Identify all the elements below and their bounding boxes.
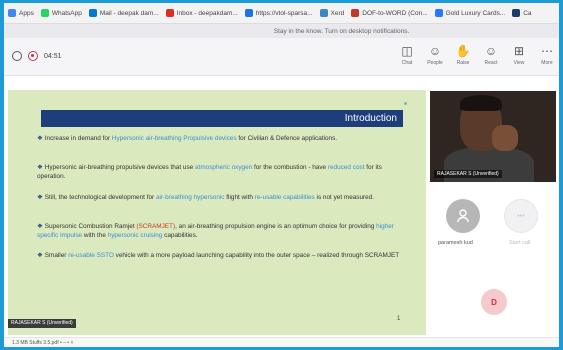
presenter-name-tag: RAJASEKAR S (Unverified) [8,319,76,328]
participant-video[interactable]: RAJASEKAR S (Unverified) [430,91,556,182]
slide-bullet-5: ❖ Smaller re-usable SSTO vehicle with a m… [37,251,409,260]
shield-icon [12,51,22,61]
bullet-text: Smaller [44,252,69,259]
bullet-text: air-breathing hypersonic [155,194,225,201]
react-icon: ☺ [484,44,498,58]
empty-participant-slot: ••• [504,199,538,233]
bookmark-label: Xerd [330,9,345,17]
view-button[interactable]: ⊞ View [506,44,532,72]
bookmark-label: WhatsApp [51,9,82,17]
chat-button[interactable]: ◫ Chat [394,44,420,72]
bookmark-item[interactable]: Gold Luxury Cards... [434,9,506,17]
bullet-icon: ❖ [37,194,43,201]
bullet-text: for the combustion - have [252,164,328,171]
view-grid-icon: ⊞ [513,44,525,58]
slide-marker [404,102,407,105]
recording-icon [28,51,38,61]
bullet-icon: ❖ [37,135,43,142]
bullet-text: for Civilian & Defence applications. [236,135,338,142]
slide-bullet-1: ❖ Increase in demand for Hypersonic air-b… [37,134,409,143]
bookmark-item[interactable]: Mail - deepak dam... [88,9,159,17]
video-person-hand [492,125,518,151]
bullet-text: hypersonic cruising [107,232,163,240]
notification-banner[interactable]: Stay in the know. Turn on desktop notifi… [4,24,559,38]
bookmark-label: DOF-to-WORD (Con... [362,9,428,17]
bookmark-item[interactable]: WhatsApp [40,9,82,17]
bullet-text: re-usable SSTO [68,252,114,259]
card-icon [434,9,443,17]
bullet-icon: ❖ [37,252,43,259]
slide-bullet-4: ❖ Supersonic Combustion Ramjet (SCRAMJET)… [37,222,409,240]
meeting-status: 04:51 [12,51,62,61]
bullet-text: vehicle with a more payload launching ca… [113,252,400,259]
bookmark-label: Mail - deepak dam... [99,9,159,17]
calendar-icon [512,9,521,17]
bullet-text: Hypersonic air-breathing Propulsive devi… [111,135,237,142]
slide-bullet-3: ❖ Still, the technological development fo… [37,193,409,202]
meeting-toolbar: 04:51 ◫ Chat ☺ People ✋ Raise ☺ React ⊞ … [4,38,559,76]
whatsapp-icon [40,9,49,17]
more-icon: ⋯ [541,44,553,58]
bookmark-item[interactable]: Inbox - deepakdam... [165,9,238,17]
people-button[interactable]: ☺ People [422,44,448,72]
star-icon [319,9,328,17]
people-icon: ☺ [428,44,442,58]
bookmark-label: Gold Luxury Cards... [445,9,506,17]
video-person-hair [460,95,502,111]
video-name-label: RAJASEKAR S (Unverified) [434,170,502,178]
slide-page-number: 1 [397,316,401,322]
participant-name: paramesh kud [438,240,473,246]
bookmark-item[interactable]: DOF-to-WORD (Con... [351,9,428,17]
react-button[interactable]: ☺ React [478,44,504,72]
download-bar[interactable]: 1.3 MB Stuffs 3.5.pdf • – • ˄ [4,337,559,347]
bookmark-item[interactable]: Ca [512,9,532,17]
bullet-text: Supersonic Combustion Ramjet [44,223,137,230]
bullet-text: Still, the technological development for [44,194,156,201]
apps-grid-icon [8,9,16,17]
bookmark-item[interactable]: https://vtol-sparsa... [244,9,313,17]
raise-hand-button[interactable]: ✋ Raise [450,44,476,72]
chat-icon: ◫ [401,44,413,58]
bullet-text: atmospheric oxygen [195,164,253,171]
bullet-text: is not yet measured. [314,194,375,201]
participant-initial-avatar[interactable]: D [481,289,507,315]
bookmark-label: Inbox - deepakdam... [176,9,238,17]
bookmark-label: Apps [19,9,34,17]
bullet-text: capabilities. [162,232,198,240]
bullet-text: , an air-breathing propulsion engine is … [175,223,377,230]
bullet-icon: ❖ [37,164,43,171]
bullet-text: Increase in demand for [44,135,112,142]
notification-text: Stay in the know. Turn on desktop notifi… [273,27,410,35]
bookmark-item[interactable]: Xerd [319,9,345,17]
bullet-text: re-usable capabilities [254,194,315,201]
bullet-text: reduced cost [327,164,365,171]
bullet-text: flight with [224,194,255,201]
bullet-icon: ❖ [37,223,43,230]
ellipsis-icon: ••• [517,212,525,220]
slide-title: Introduction [41,110,403,127]
raise-hand-icon: ✋ [455,44,471,58]
browser-window: Apps WhatsApp Mail - deepak dam... Inbox - … [4,3,559,347]
gmail-icon [165,9,174,17]
document-icon [351,9,360,17]
bullet-text: (SCRAMJET) [136,223,176,230]
bullet-text: with the [82,232,108,240]
participant-name-2: Start call [509,240,531,246]
person-icon [456,209,470,223]
bookmark-item[interactable]: Apps [8,9,34,17]
participant-avatar[interactable] [446,199,480,233]
bookmarks-bar: Apps WhatsApp Mail - deepak dam... Inbox - … [4,3,559,24]
slide-bullet-2: ❖ Hypersonic air-breathing propulsive dev… [37,163,409,181]
bookmark-label: Ca [523,9,532,17]
shared-slide: Introduction ❖ Increase in demand for Hyp… [8,90,426,335]
bullet-text: Hypersonic air-breathing propulsive devi… [44,164,195,171]
meeting-timer: 04:51 [44,52,62,60]
more-button[interactable]: ⋯ More [534,44,559,72]
bookmark-label: https://vtol-sparsa... [255,9,313,17]
page-icon [244,9,253,17]
outlook-mail-icon [88,9,97,17]
